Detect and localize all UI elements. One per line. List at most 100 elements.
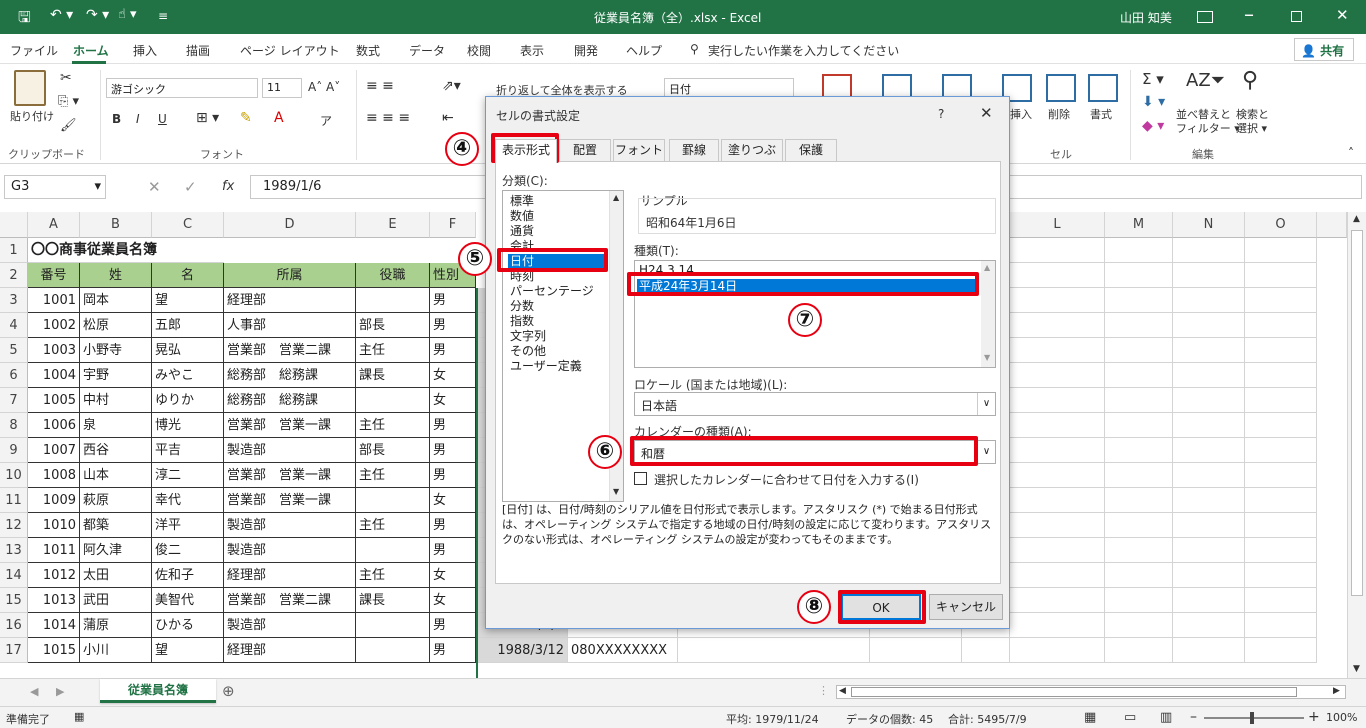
zoom-in-icon[interactable]: +: [1308, 709, 1320, 725]
tab-file[interactable]: ファイル: [10, 42, 58, 59]
table-cell[interactable]: 営業部 営業一課: [224, 463, 356, 488]
empty-cell[interactable]: [1245, 613, 1317, 638]
format-cells-icon[interactable]: [1088, 74, 1118, 102]
touch-mode-icon[interactable]: ☝ ▾: [118, 7, 137, 22]
sheet-title[interactable]: 〇〇商事従業員名簿: [28, 238, 224, 263]
row-header[interactable]: 17: [0, 638, 28, 663]
empty-cell[interactable]: [1173, 563, 1245, 588]
empty-cell[interactable]: [1245, 313, 1317, 338]
table-cell[interactable]: 1007: [28, 438, 80, 463]
table-cell[interactable]: 課長: [356, 363, 430, 388]
table-cell[interactable]: 男: [430, 313, 476, 338]
page-layout-view-icon[interactable]: ▭: [1124, 710, 1136, 725]
copy-icon[interactable]: ⎘ ▾: [58, 94, 79, 109]
empty-cell[interactable]: [1105, 463, 1173, 488]
header-cell[interactable]: 役職: [356, 263, 430, 288]
empty-cell[interactable]: [1105, 563, 1173, 588]
table-cell[interactable]: 男: [430, 438, 476, 463]
tab-border[interactable]: 罫線: [669, 139, 719, 161]
table-cell[interactable]: 女: [430, 363, 476, 388]
table-cell[interactable]: [356, 638, 430, 663]
empty-cell[interactable]: [1105, 513, 1173, 538]
table-cell[interactable]: 男: [430, 613, 476, 638]
empty-cell[interactable]: [1173, 463, 1245, 488]
empty-cell[interactable]: [1173, 338, 1245, 363]
empty-cell[interactable]: [1105, 538, 1173, 563]
empty-cell[interactable]: [678, 638, 870, 663]
table-cell[interactable]: 岡本: [80, 288, 152, 313]
sheet-tab[interactable]: 従業員名簿: [100, 679, 216, 703]
empty-cell[interactable]: [1173, 438, 1245, 463]
table-cell[interactable]: 男: [430, 288, 476, 313]
tab-home[interactable]: ホーム: [73, 42, 109, 59]
tab-insert[interactable]: 挿入: [133, 42, 157, 59]
table-cell[interactable]: 総務部 総務課: [224, 388, 356, 413]
font-size-select[interactable]: 11: [262, 78, 302, 98]
table-cell[interactable]: 阿久津: [80, 538, 152, 563]
scroll-up-icon[interactable]: ▲: [1353, 214, 1360, 224]
row-header[interactable]: 14: [0, 563, 28, 588]
empty-cell[interactable]: [1245, 238, 1317, 263]
user-name[interactable]: 山田 知美: [1120, 9, 1172, 26]
table-cell[interactable]: 製造部: [224, 438, 356, 463]
tab-split-icon[interactable]: ⋮: [818, 684, 829, 697]
empty-cell[interactable]: [1010, 288, 1105, 313]
empty-cell[interactable]: [1173, 538, 1245, 563]
minimize-icon[interactable]: –: [1244, 2, 1254, 26]
table-cell[interactable]: 1003: [28, 338, 80, 363]
empty-cell[interactable]: [1173, 513, 1245, 538]
table-cell[interactable]: 1015: [28, 638, 80, 663]
align-left-icon[interactable]: ≡ ≡ ≡: [366, 110, 410, 126]
zoom-slider[interactable]: [1204, 717, 1304, 719]
empty-cell[interactable]: [1245, 413, 1317, 438]
table-cell[interactable]: 宇野: [80, 363, 152, 388]
insert-label[interactable]: 挿入: [1010, 106, 1032, 122]
empty-cell[interactable]: [1010, 563, 1105, 588]
table-cell[interactable]: [356, 538, 430, 563]
row-header[interactable]: 7: [0, 388, 28, 413]
empty-cell[interactable]: [1173, 638, 1245, 663]
scroll-down-icon[interactable]: ▼: [1353, 664, 1360, 674]
empty-cell[interactable]: [1010, 413, 1105, 438]
row-header[interactable]: 13: [0, 538, 28, 563]
table-cell[interactable]: 松原: [80, 313, 152, 338]
clear-icon[interactable]: ◆ ▾: [1142, 118, 1164, 134]
empty-cell[interactable]: [1010, 338, 1105, 363]
table-cell[interactable]: 五郎: [152, 313, 224, 338]
category-item[interactable]: 標準: [508, 194, 606, 209]
customize-qat-icon[interactable]: ≡: [158, 9, 168, 23]
table-cell[interactable]: 部長: [356, 313, 430, 338]
tab-draw[interactable]: 描画: [186, 42, 210, 59]
grow-font-icon[interactable]: A˄ A˅: [308, 80, 340, 94]
table-cell[interactable]: 洋平: [152, 513, 224, 538]
page-break-view-icon[interactable]: ▥: [1160, 710, 1172, 725]
table-cell[interactable]: 経理部: [224, 288, 356, 313]
tab-alignment[interactable]: 配置: [559, 139, 611, 161]
underline-button[interactable]: U: [158, 112, 167, 126]
category-item[interactable]: 通貨: [508, 224, 606, 239]
paste-icon[interactable]: [14, 70, 46, 106]
zoom-slider-thumb[interactable]: [1250, 712, 1254, 724]
font-name-select[interactable]: 游ゴシック: [106, 78, 258, 98]
table-cell[interactable]: 望: [152, 288, 224, 313]
delete-label[interactable]: 削除: [1048, 106, 1070, 122]
table-cell[interactable]: 製造部: [224, 538, 356, 563]
calendar-input-checkbox[interactable]: [634, 472, 647, 485]
empty-cell[interactable]: [1173, 588, 1245, 613]
empty-cell[interactable]: [870, 638, 962, 663]
empty-cell[interactable]: [1173, 313, 1245, 338]
scroll-right-icon[interactable]: ▶: [1333, 686, 1340, 696]
empty-cell[interactable]: [1173, 413, 1245, 438]
calendar-input-label[interactable]: 選択したカレンダーに合わせて日付を入力する(I): [654, 471, 919, 488]
table-cell[interactable]: 俊二: [152, 538, 224, 563]
scroll-down-icon[interactable]: ▼: [984, 353, 990, 362]
sort-filter-icon[interactable]: AZ⏷: [1186, 70, 1225, 91]
table-cell[interactable]: 男: [430, 513, 476, 538]
empty-cell[interactable]: [1245, 588, 1317, 613]
empty-cell[interactable]: [1105, 263, 1173, 288]
row-header[interactable]: 3: [0, 288, 28, 313]
category-item[interactable]: 数値: [508, 209, 606, 224]
redo-icon[interactable]: ↷ ▾: [86, 7, 109, 23]
indent-icon[interactable]: ⇤: [442, 110, 454, 126]
header-cell[interactable]: 所属: [224, 263, 356, 288]
